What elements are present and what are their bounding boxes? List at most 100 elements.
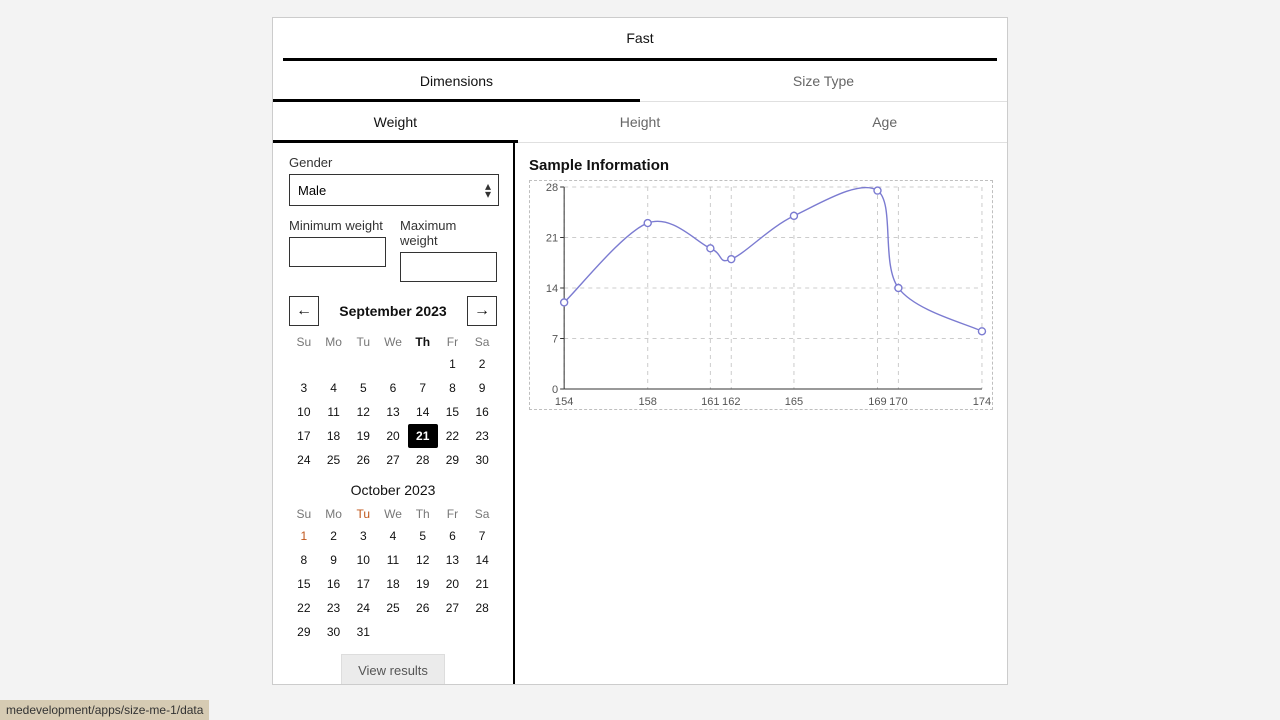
calendar-day[interactable]: 19: [408, 572, 438, 596]
calendar-day[interactable]: 10: [348, 548, 378, 572]
gender-select[interactable]: Male: [289, 174, 499, 206]
calendar-day[interactable]: 29: [289, 620, 319, 644]
calendar-day[interactable]: 14: [408, 400, 438, 424]
min-weight-label: Minimum weight: [289, 218, 386, 233]
calendar-day[interactable]: 20: [378, 424, 408, 448]
calendar-day[interactable]: 1: [438, 352, 468, 376]
subtab-height[interactable]: Height: [518, 102, 763, 142]
calendar-month-title: September 2023: [339, 303, 446, 319]
status-path: medevelopment/apps/size-me-1/data: [0, 700, 209, 720]
calendar-day[interactable]: 24: [348, 596, 378, 620]
tab-size-type[interactable]: Size Type: [640, 61, 1007, 101]
calendar-day[interactable]: 8: [289, 548, 319, 572]
calendar-day[interactable]: 7: [408, 376, 438, 400]
svg-text:158: 158: [638, 396, 656, 408]
calendar-day[interactable]: 4: [319, 376, 349, 400]
svg-text:174: 174: [973, 396, 991, 408]
calendar-day[interactable]: 24: [289, 448, 319, 472]
calendar-day[interactable]: 22: [438, 424, 468, 448]
calendar-day[interactable]: 19: [348, 424, 378, 448]
arrow-left-icon: ←: [296, 302, 312, 320]
calendar-day[interactable]: 2: [467, 352, 497, 376]
svg-text:21: 21: [546, 233, 558, 245]
calendar-day[interactable]: 28: [467, 596, 497, 620]
calendar-day[interactable]: 9: [467, 376, 497, 400]
calendar-day[interactable]: 27: [438, 596, 468, 620]
subtab-weight[interactable]: Weight: [273, 102, 518, 142]
calendar-dow: Th: [408, 332, 438, 352]
svg-text:28: 28: [546, 182, 558, 194]
calendar2-month-title: October 2023: [289, 482, 497, 498]
calendar-day[interactable]: 5: [408, 524, 438, 548]
calendar-dow: Tu: [348, 504, 378, 524]
calendar-day[interactable]: 1: [289, 524, 319, 548]
calendar-day[interactable]: 4: [378, 524, 408, 548]
calendar-day[interactable]: 13: [378, 400, 408, 424]
calendar-day[interactable]: 15: [438, 400, 468, 424]
calendar-day[interactable]: 22: [289, 596, 319, 620]
svg-text:170: 170: [889, 396, 907, 408]
subtab-age[interactable]: Age: [762, 102, 1007, 142]
calendar-day[interactable]: 21: [408, 424, 438, 448]
calendar-day[interactable]: 7: [467, 524, 497, 548]
calendar-day[interactable]: 20: [438, 572, 468, 596]
calendar-day[interactable]: 12: [408, 548, 438, 572]
gender-label: Gender: [289, 155, 497, 170]
calendar-dow: Mo: [319, 332, 349, 352]
calendar-day[interactable]: 16: [467, 400, 497, 424]
sample-chart: 07142128154158161162165169170174: [529, 180, 993, 410]
calendar-day[interactable]: 25: [378, 596, 408, 620]
tab-dimensions[interactable]: Dimensions: [273, 61, 640, 101]
calendar-day[interactable]: 6: [378, 376, 408, 400]
calendar-day[interactable]: 30: [467, 448, 497, 472]
calendar-day[interactable]: 18: [378, 572, 408, 596]
calendar-day[interactable]: 18: [319, 424, 349, 448]
calendar-day[interactable]: 15: [289, 572, 319, 596]
calendar-day[interactable]: 6: [438, 524, 468, 548]
calendar-day[interactable]: 28: [408, 448, 438, 472]
tabs-main: DimensionsSize Type: [273, 61, 1007, 102]
app-title: Fast: [626, 30, 653, 46]
tabs-sub: WeightHeightAge: [273, 102, 1007, 143]
max-weight-label: Maximum weight: [400, 218, 497, 248]
calendar-day[interactable]: 23: [467, 424, 497, 448]
calendar-day[interactable]: 23: [319, 596, 349, 620]
svg-text:169: 169: [868, 396, 886, 408]
svg-text:154: 154: [555, 396, 573, 408]
svg-text:0: 0: [552, 384, 558, 396]
calendar-day[interactable]: 8: [438, 376, 468, 400]
calendar-dow: Sa: [467, 332, 497, 352]
calendar-dow: Fr: [438, 332, 468, 352]
calendar-prev-button[interactable]: ←: [289, 296, 319, 326]
view-results-button[interactable]: View results: [341, 654, 445, 684]
calendar-dow: Sa: [467, 504, 497, 524]
calendar-day[interactable]: 31: [348, 620, 378, 644]
calendar-day[interactable]: 26: [348, 448, 378, 472]
calendar-day[interactable]: 13: [438, 548, 468, 572]
calendar-day[interactable]: 17: [289, 424, 319, 448]
calendar-day[interactable]: 12: [348, 400, 378, 424]
max-weight-input[interactable]: [400, 252, 497, 282]
calendar-dow: Su: [289, 332, 319, 352]
calendar-day[interactable]: 21: [467, 572, 497, 596]
calendar-day[interactable]: 2: [319, 524, 349, 548]
calendar-day[interactable]: 27: [378, 448, 408, 472]
calendar-day[interactable]: 16: [319, 572, 349, 596]
calendar-day[interactable]: 5: [348, 376, 378, 400]
calendar-day[interactable]: 11: [378, 548, 408, 572]
calendar-day[interactable]: 3: [289, 376, 319, 400]
calendar-day[interactable]: 11: [319, 400, 349, 424]
min-weight-input[interactable]: [289, 237, 386, 267]
calendar-day[interactable]: 26: [408, 596, 438, 620]
calendar-dow: We: [378, 504, 408, 524]
calendar-day[interactable]: 3: [348, 524, 378, 548]
calendar-day[interactable]: 30: [319, 620, 349, 644]
svg-text:162: 162: [722, 396, 740, 408]
calendar-next-button[interactable]: →: [467, 296, 497, 326]
calendar-day[interactable]: 14: [467, 548, 497, 572]
calendar-day[interactable]: 9: [319, 548, 349, 572]
calendar-day[interactable]: 17: [348, 572, 378, 596]
calendar-day[interactable]: 29: [438, 448, 468, 472]
calendar-day[interactable]: 25: [319, 448, 349, 472]
calendar-day[interactable]: 10: [289, 400, 319, 424]
